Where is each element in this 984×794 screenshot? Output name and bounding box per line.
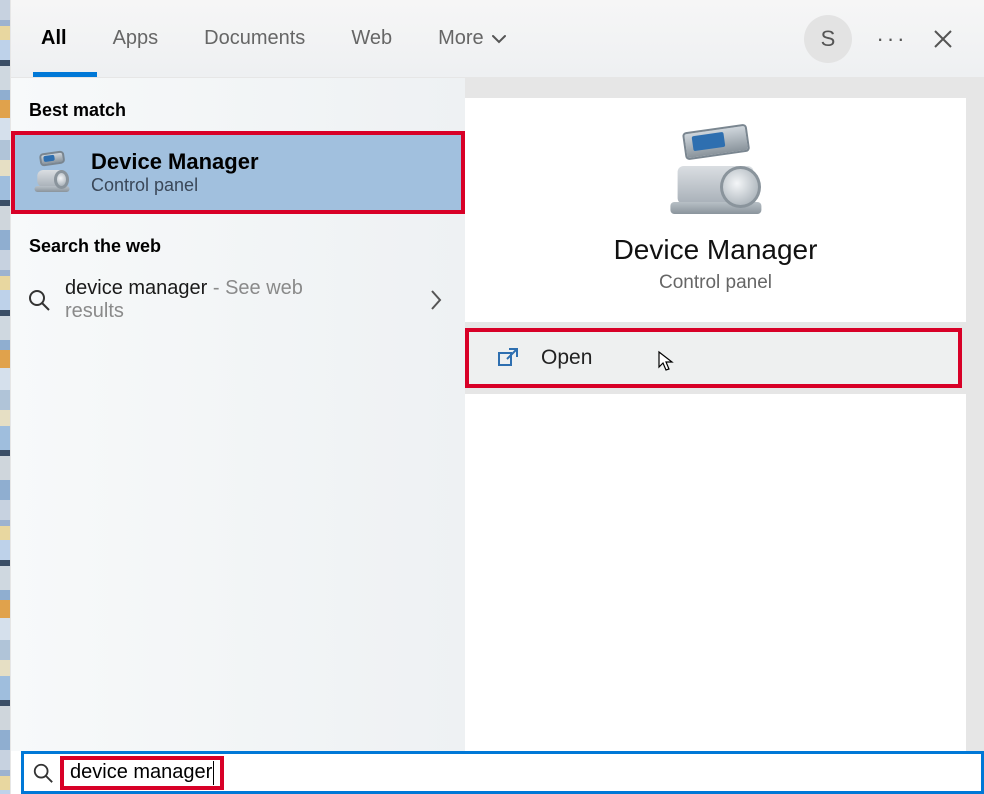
detail-pane: Device Manager Control panel Open [465, 78, 984, 751]
header-right: S ··· [804, 0, 972, 78]
close-icon[interactable] [932, 28, 972, 50]
web-result[interactable]: device manager - See web results [11, 267, 465, 333]
best-match-result[interactable]: Device Manager Control panel [11, 131, 465, 214]
tab-apps[interactable]: Apps [99, 0, 173, 78]
search-input-value: device manager [70, 761, 212, 784]
search-window: All Apps Documents Web More S ··· Best m… [10, 0, 984, 794]
detail-body [465, 394, 966, 751]
results-pane: Best match Device Manager Control panel … [11, 78, 465, 751]
search-input[interactable]: device manager [60, 756, 224, 790]
content-area: Best match Device Manager Control panel … [11, 78, 984, 751]
search-web-label: Search the web [11, 214, 465, 267]
detail-title: Device Manager [465, 234, 966, 266]
desktop-edge [0, 0, 10, 794]
detail-header: Device Manager Control panel [465, 98, 966, 322]
tab-web[interactable]: Web [337, 0, 406, 78]
text-caret [213, 761, 214, 785]
avatar[interactable]: S [804, 15, 852, 63]
open-label: Open [541, 346, 592, 370]
tab-documents[interactable]: Documents [190, 0, 319, 78]
tab-more[interactable]: More [424, 0, 520, 78]
avatar-initial: S [821, 26, 836, 52]
device-manager-icon [656, 122, 776, 222]
device-manager-icon [29, 150, 75, 196]
tab-apps-label: Apps [113, 27, 159, 50]
detail-subtitle: Control panel [465, 272, 966, 294]
chevron-down-icon [492, 32, 506, 46]
active-tab-underline [33, 72, 97, 77]
best-match-subtitle: Control panel [91, 175, 259, 196]
best-match-title: Device Manager [91, 149, 259, 175]
tab-documents-label: Documents [204, 27, 305, 50]
tab-all[interactable]: All [27, 0, 81, 78]
best-match-label: Best match [11, 78, 465, 131]
search-bar[interactable]: device manager [21, 751, 984, 794]
open-action[interactable]: Open [465, 328, 962, 388]
open-icon [497, 347, 519, 369]
web-result-query: device manager [65, 277, 207, 299]
cursor-icon [657, 350, 675, 372]
tab-web-label: Web [351, 27, 392, 50]
tabs-bar: All Apps Documents Web More S ··· [11, 0, 984, 78]
more-options-button[interactable]: ··· [874, 26, 910, 52]
search-icon [32, 762, 54, 784]
chevron-right-icon [429, 289, 443, 311]
tab-more-label: More [438, 27, 484, 50]
search-icon [27, 288, 51, 312]
tab-all-label: All [41, 27, 67, 50]
